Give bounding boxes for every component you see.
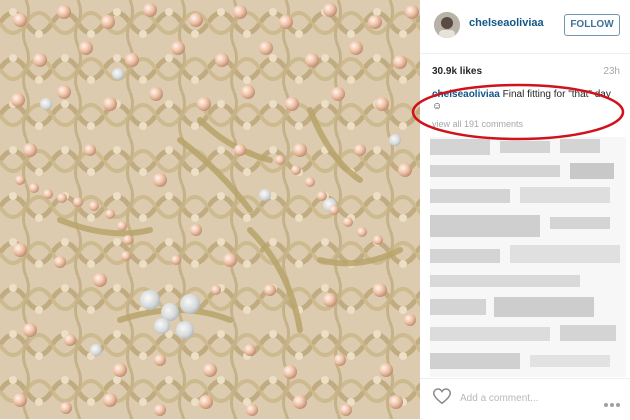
post-side-panel: chelseaoliviaa FOLLOW 30.9k likes 23h ch…	[420, 0, 630, 419]
post-photo[interactable]	[0, 0, 420, 419]
post-actions: Add a comment...	[420, 378, 630, 420]
heart-icon[interactable]	[432, 388, 452, 410]
avatar-image	[434, 12, 460, 38]
blurred-comments	[430, 137, 626, 377]
header-username[interactable]: chelseaoliviaa	[469, 17, 544, 29]
caption-highlight-ellipse	[411, 83, 625, 141]
post-timestamp[interactable]: 23h	[603, 66, 620, 77]
avatar[interactable]	[434, 12, 460, 38]
likes-count[interactable]: 30.9k likes	[432, 66, 482, 77]
lace-beading-image	[0, 0, 420, 419]
follow-button[interactable]: FOLLOW	[564, 14, 620, 36]
add-comment-input[interactable]: Add a comment...	[460, 393, 538, 404]
post-header: chelseaoliviaa FOLLOW	[420, 0, 630, 54]
more-options-icon[interactable]	[603, 395, 621, 413]
